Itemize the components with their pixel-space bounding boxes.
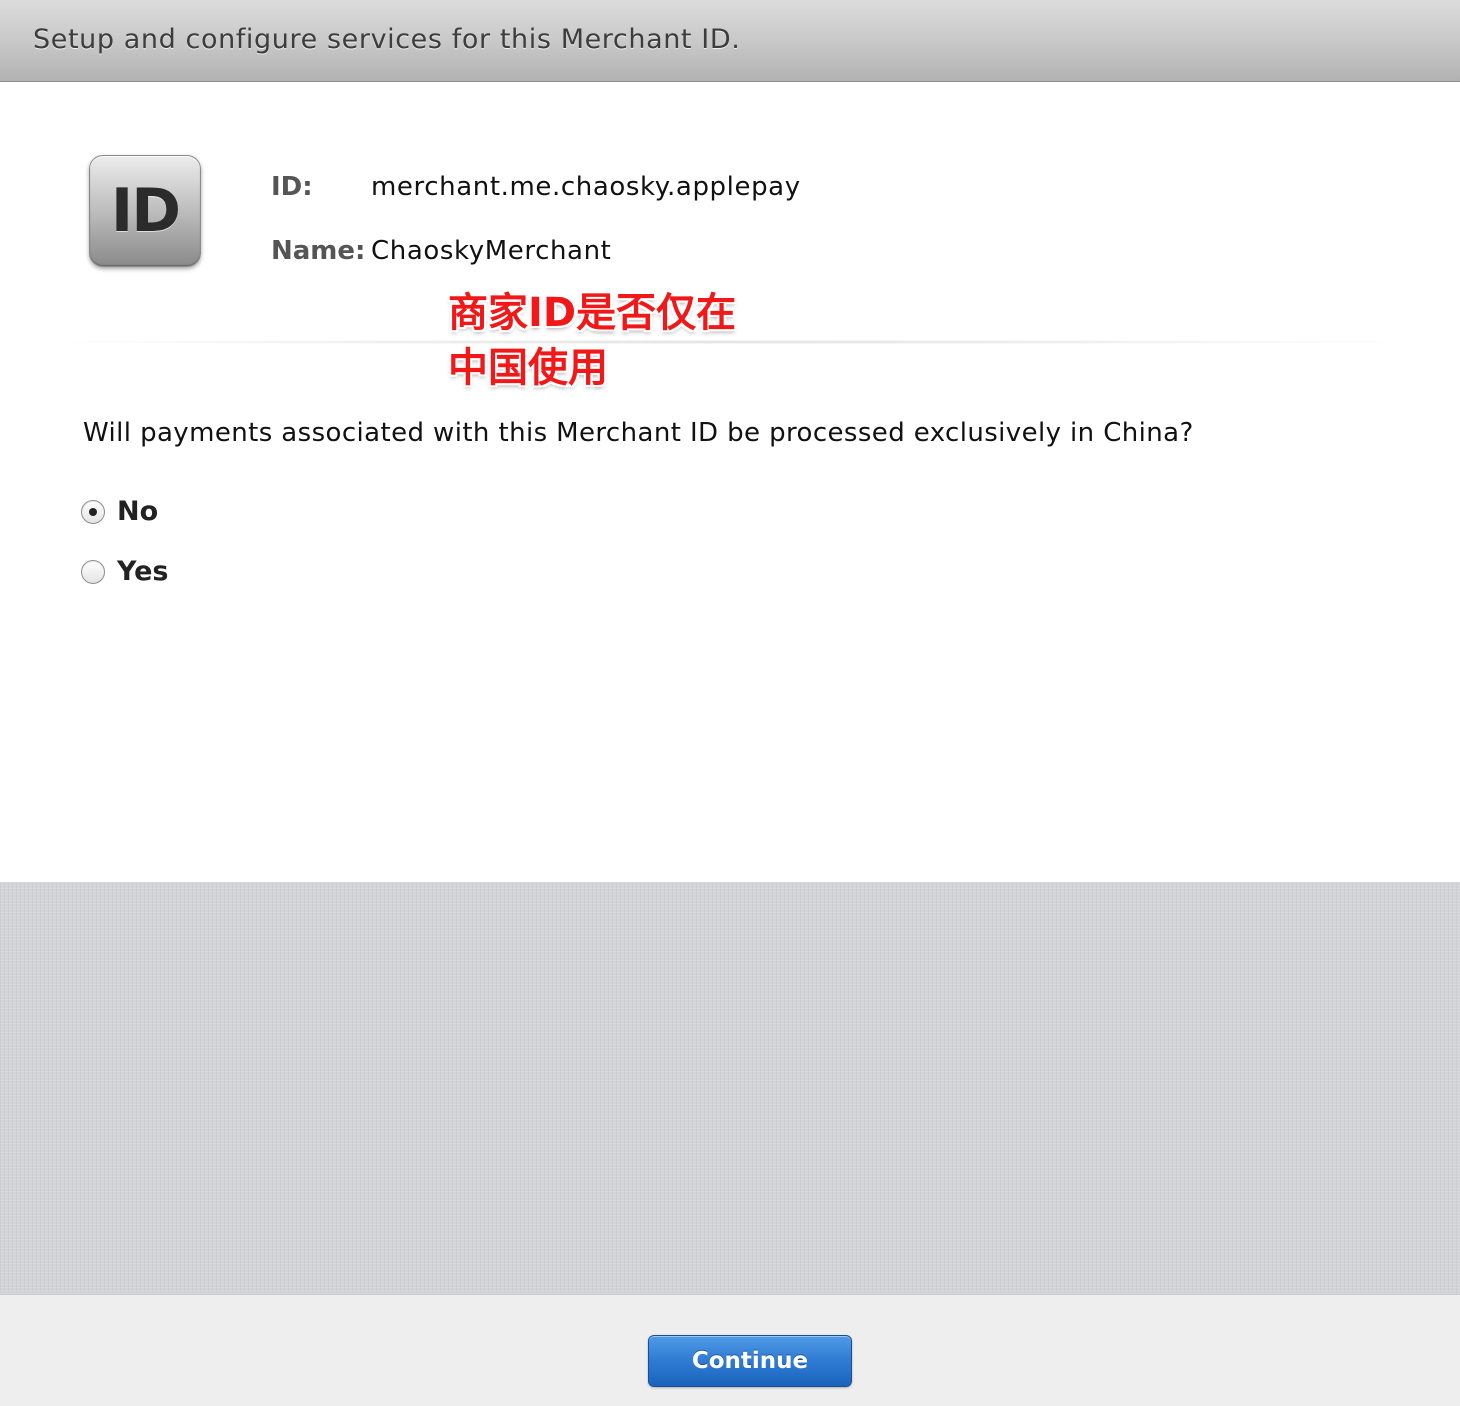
radio-option-yes[interactable]: Yes [81,556,168,587]
continue-button-label: Continue [691,1348,809,1374]
main-content [0,82,1460,882]
radio-option-no[interactable]: No [81,496,158,527]
id-icon-text: ID [110,176,181,246]
merchant-name-label: Name: [271,236,366,266]
merchant-id-value: merchant.me.chaosky.applepay [371,172,801,202]
radio-label-no[interactable]: No [117,496,158,527]
page-title: Setup and configure services for this Me… [33,24,741,55]
annotation-line-1: 商家ID是否仅在 [448,290,737,336]
china-question: Will payments associated with this Merch… [83,418,1194,448]
radio-button-yes[interactable] [81,559,105,584]
footer-bar: Continue [0,1294,1460,1406]
annotation-line-2: 中国使用 [448,345,608,391]
radio-button-no[interactable] [81,499,105,524]
id-icon: ID [89,155,201,267]
section-divider [70,340,1390,344]
merchant-name-value: ChaoskyMerchant [371,236,612,266]
merchant-id-label: ID: [271,172,313,202]
radio-selected-dot [89,507,97,516]
continue-button[interactable]: Continue [648,1335,852,1387]
header-bar: Setup and configure services for this Me… [0,0,1460,82]
textured-background [0,882,1460,1294]
radio-label-yes[interactable]: Yes [117,556,168,587]
